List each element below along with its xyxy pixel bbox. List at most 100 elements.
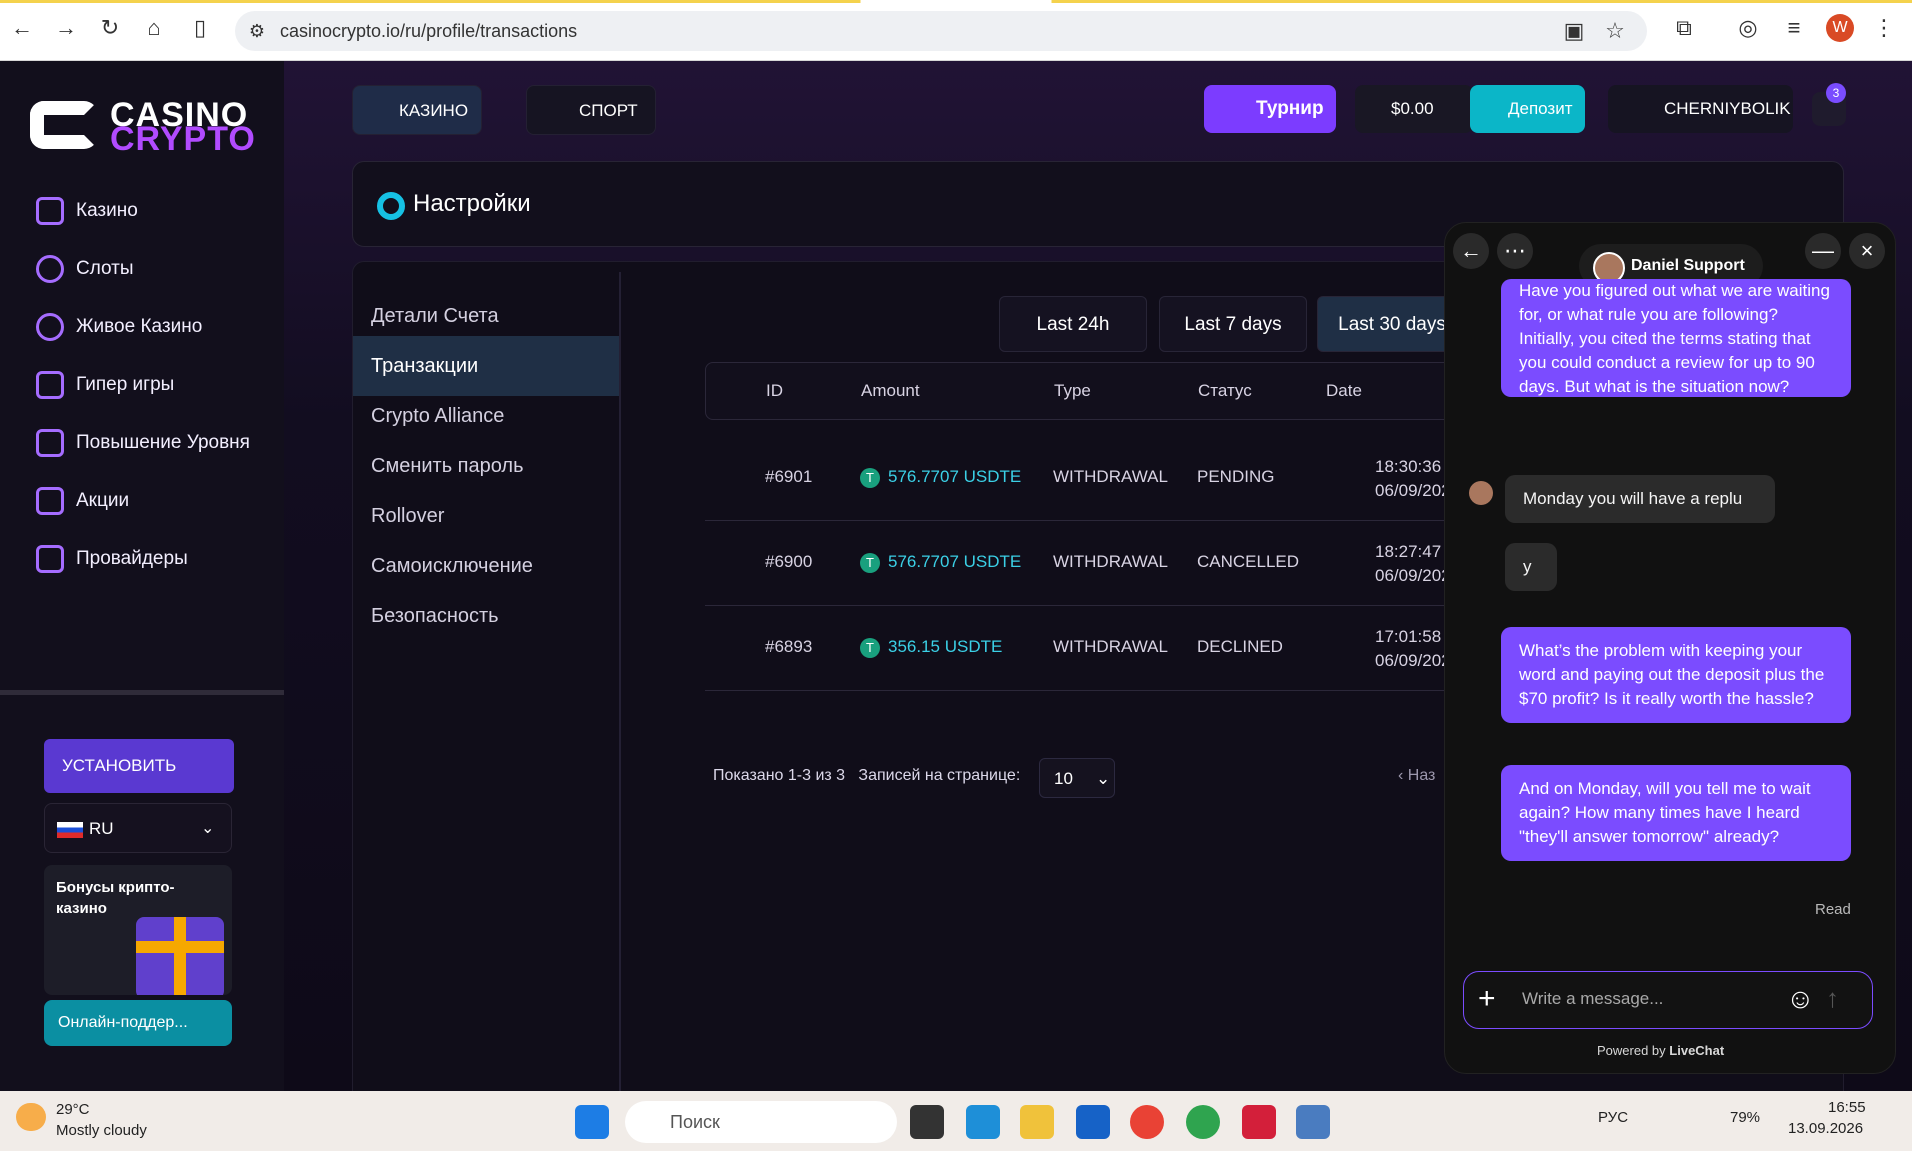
transaction-type: WITHDRAWAL [1053,467,1168,486]
sidebar-item-slots[interactable]: Слоты [36,255,276,295]
battery-level[interactable]: 79% [1730,1109,1760,1126]
livechat-widget: ← ⋯ Daniel Support — × Have you figured … [1444,222,1896,1074]
sidebar-item-hyper-games[interactable]: Гипер игры [36,371,276,411]
message-input[interactable]: Write a message... [1522,989,1663,1009]
tabs-icon[interactable]: ▯ [186,14,214,42]
sidebar-item-live-casino[interactable]: Живое Казино [36,313,276,353]
browser-bar: ← → ↻ ⌂ ▯ ⚙ casinocrypto.io/ru/profile/t… [0,0,1912,61]
online-support-button[interactable]: Онлайн-поддер... [44,1000,232,1046]
grid-icon [36,197,64,225]
sidebar-item-label: Гипер игры [76,374,175,395]
balance-value: $0.00 [1391,99,1434,118]
close-icon[interactable]: × [1849,233,1885,269]
chat-input-wrap: + Write a message... ☺ ↑ [1463,971,1873,1029]
sidebar: CASINO CRYPTO Казино Слоты Живое Казино … [0,61,284,1091]
range-last-7-days[interactable]: Last 7 days [1159,296,1307,352]
address-bar[interactable]: ⚙ casinocrypto.io/ru/profile/transaction… [235,11,1647,51]
logo-mark-icon [30,101,98,149]
support-label: Онлайн-поддер... [58,1014,188,1031]
casino-tab-button[interactable]: КАЗИНО [352,85,482,135]
back-icon[interactable]: ← [8,14,36,42]
chip-icon [36,313,64,341]
casino-logo[interactable]: CASINO CRYPTO [30,96,255,158]
username: CHERNIYBOLIK [1664,99,1791,118]
casino-tab-label: КАЗИНО [399,101,469,120]
balance-dropdown[interactable]: $0.00 [1355,85,1473,133]
chevron-down-icon: ⌄ [201,820,215,837]
plus-icon[interactable]: + [1478,982,1496,1016]
back-icon[interactable]: ← [1453,233,1489,269]
taskview-icon[interactable] [910,1105,944,1139]
rocket-icon [36,371,64,399]
usdt-icon: T [860,552,880,573]
install-button[interactable]: УСТАНОВИТЬ [44,739,234,793]
forward-icon[interactable]: → [52,14,80,42]
previous-page-button[interactable]: ‹ Наз [1398,767,1435,785]
star-icon[interactable]: ☆ [1601,17,1629,45]
cube-icon [36,545,64,573]
sidebar-item-level-up[interactable]: Повышение Уровня [36,429,276,469]
sidebar-item-label: Казино [76,200,138,221]
file-explorer-icon[interactable] [1020,1105,1054,1139]
weather-icon[interactable] [16,1103,46,1131]
header-id: ID [766,381,783,400]
usdt-icon: T [860,637,880,658]
language-label: RU [89,819,114,838]
page-title: Настройки [413,190,531,217]
tournament-button[interactable]: Турнир [1204,85,1336,133]
header-date: Date [1326,381,1362,400]
edge-icon[interactable] [966,1105,1000,1139]
pager-shown: Показано 1-3 из 3 [713,767,846,784]
input-language[interactable]: РУС [1598,1109,1628,1126]
home-icon[interactable]: ⌂ [140,14,168,42]
chat-message-user: What’s the problem with keeping your wor… [1501,627,1851,723]
windows-start-icon[interactable] [575,1105,609,1139]
reload-icon[interactable]: ↻ [96,14,124,42]
transaction-id: #6900 [765,552,813,571]
read-receipt: Read [1815,901,1851,918]
taskbar-search[interactable]: Поиск [625,1101,897,1143]
sidebar-item-label: Провайдеры [76,548,188,569]
site-info-icon[interactable]: ⚙ [243,17,271,45]
page-size-select[interactable]: 10 ⌄ [1039,758,1115,798]
media-icon[interactable]: ≡ [1780,14,1808,42]
menu-security[interactable]: Безопасность [353,586,619,646]
install-app-icon[interactable]: ▣ [1560,17,1588,45]
extensions-icon[interactable]: ⧉ [1670,14,1698,42]
spiral-icon [36,255,64,283]
range-last-24h[interactable]: Last 24h [999,296,1147,352]
chrome-icon[interactable] [1130,1105,1164,1139]
sidebar-item-providers[interactable]: Провайдеры [36,545,276,585]
header-amount: Amount [861,381,920,400]
send-icon[interactable]: ↑ [1826,983,1839,1014]
more-icon[interactable]: ⋯ [1497,233,1533,269]
weather-temp: 29°C [56,1101,90,1118]
powered-by-label: Powered by [1597,1043,1666,1058]
sport-tab-button[interactable]: СПОРТ [526,85,656,135]
calculator-icon[interactable] [1296,1105,1330,1139]
app-icon[interactable] [1242,1105,1276,1139]
minimize-icon[interactable]: — [1805,233,1841,269]
clock-time: 16:55 [1828,1099,1866,1116]
app-icon[interactable] [1076,1105,1110,1139]
emoji-icon[interactable]: ☺ [1786,983,1815,1015]
menu-icon[interactable]: ⋮ [1870,14,1898,42]
gift-icon [136,917,224,995]
usdt-icon: T [860,467,880,488]
table-row: #6901 T 576.7707 USDTE WITHDRAWAL PENDING… [705,437,1505,521]
chat-header: ← ⋯ Daniel Support — × [1445,223,1895,288]
sidebar-item-casino[interactable]: Казино [36,197,276,237]
language-select[interactable]: RU ⌄ [44,803,232,853]
user-profile-button[interactable]: CHERNIYBOLIK [1608,85,1793,133]
extension-icon[interactable]: ◎ [1734,14,1762,42]
table-row: #6900 T 576.7707 USDTE WITHDRAWAL CANCELL… [705,522,1505,606]
powered-by: Powered by LiveChat [1597,1043,1724,1058]
gift-icon [36,487,64,515]
bonus-card[interactable]: Бонусы крипто-казино [44,865,232,995]
deposit-button[interactable]: Депозит [1470,85,1585,133]
profile-avatar[interactable]: W [1826,14,1854,42]
chrome-profile-icon[interactable] [1186,1105,1220,1139]
sport-tab-label: СПОРТ [579,101,638,120]
gear-icon [377,192,405,220]
sidebar-item-promotions[interactable]: Акции [36,487,276,527]
